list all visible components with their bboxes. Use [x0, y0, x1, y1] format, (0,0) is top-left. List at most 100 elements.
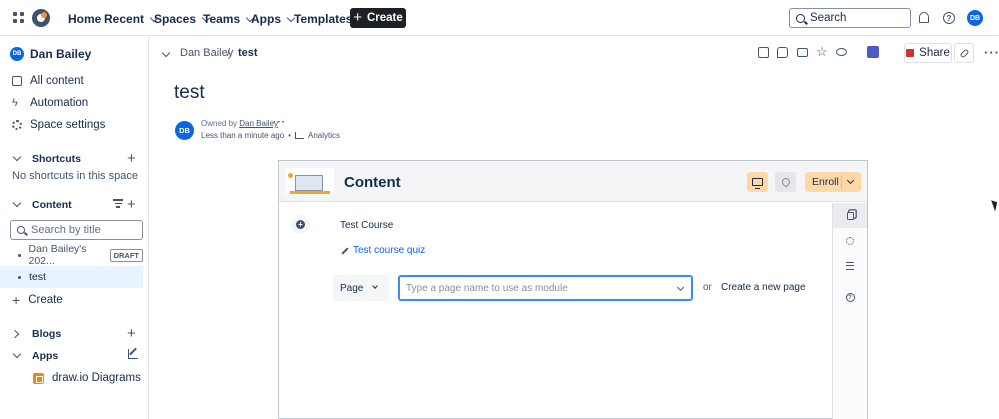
quiz-link[interactable]: Test course quiz	[341, 245, 425, 256]
create-button[interactable]: + Create	[350, 8, 406, 28]
edit-icon[interactable]	[758, 47, 769, 58]
search-icon	[17, 226, 25, 234]
create-new-page-link[interactable]: Create a new page	[721, 282, 806, 293]
publish-button[interactable]	[775, 172, 796, 192]
gear-icon	[846, 236, 854, 245]
sidebar: DB Dan Bailey All content ϟ Automation S…	[0, 37, 149, 419]
search-input[interactable]: Search	[789, 8, 911, 28]
shortcuts-section-header[interactable]: Shortcuts	[12, 153, 81, 165]
mouse-cursor-icon	[991, 198, 999, 212]
list-icon	[846, 261, 854, 270]
page-meta: Less than a minute ago • Analytics	[201, 131, 340, 140]
sidebar-item-automation[interactable]: ϟ Automation	[12, 97, 88, 109]
plus-icon: +	[12, 292, 21, 308]
watch-eye-icon[interactable]	[836, 48, 847, 56]
confluence-logo[interactable]	[32, 9, 50, 27]
drawio-icon	[33, 372, 44, 384]
course-illustration	[286, 168, 334, 195]
course-side-rail: ?	[832, 203, 867, 419]
filter-icon[interactable]	[113, 199, 123, 208]
shortcuts-empty-text: No shortcuts in this space	[12, 170, 138, 182]
space-header[interactable]: DB Dan Bailey	[10, 47, 91, 61]
search-icon	[796, 13, 805, 23]
sidebar-create-button[interactable]: + Create	[12, 293, 63, 307]
bullet-icon	[18, 253, 21, 257]
rail-settings-button[interactable]	[833, 228, 867, 253]
grid-icon	[12, 76, 22, 86]
video-icon[interactable]	[797, 48, 808, 57]
copy-link-button[interactable]	[954, 43, 974, 63]
title-search-input[interactable]: Search by title	[10, 220, 143, 240]
module-type-select[interactable]: Page	[333, 275, 389, 301]
bullet-icon	[18, 275, 21, 279]
monitor-icon	[752, 178, 763, 189]
lock-icon	[906, 49, 915, 57]
nav-templates[interactable]: Templates	[294, 12, 352, 26]
analytics-icon	[294, 132, 304, 139]
content-section-header[interactable]: Content	[12, 199, 72, 211]
more-actions-icon[interactable]: ···	[984, 45, 999, 60]
user-avatar[interactable]: DB	[967, 10, 983, 26]
notifications-bell-icon[interactable]	[919, 12, 929, 23]
nav-recent[interactable]: Recent	[104, 12, 159, 26]
breadcrumb-space[interactable]: Dan Bailey	[180, 47, 233, 59]
nav-teams[interactable]: Teams	[203, 12, 255, 26]
course-macro: Content Enroll + Test Course Test course…	[278, 160, 868, 419]
gear-icon	[12, 120, 22, 130]
rail-reports-button[interactable]	[833, 253, 867, 278]
add-module-button[interactable]: +	[291, 215, 310, 234]
link-icon	[959, 48, 969, 58]
preview-button[interactable]	[747, 172, 768, 192]
chevron-down-icon	[676, 283, 685, 292]
share-button[interactable]: Share	[904, 43, 952, 63]
edit-apps-icon[interactable]	[128, 349, 138, 359]
breadcrumb-separator: /	[227, 47, 231, 59]
chevron-down-icon	[12, 154, 22, 164]
tree-item-draft[interactable]: Dan Bailey's 202... DRAFT	[0, 243, 143, 267]
top-navigation: Home Recent Spaces Teams Apps Templates …	[0, 0, 999, 36]
enroll-button[interactable]: Enroll	[805, 172, 861, 192]
space-name: Dan Bailey	[30, 47, 92, 61]
apps-section-header[interactable]: Apps	[12, 350, 58, 362]
nav-home[interactable]: Home	[68, 12, 101, 26]
space-avatar: DB	[10, 47, 24, 61]
star-icon[interactable]: ☆	[816, 44, 828, 60]
breadcrumb-page[interactable]: test	[238, 47, 258, 59]
plus-circle-icon: +	[296, 220, 305, 229]
chevron-down-icon	[372, 283, 378, 289]
help-icon: ?	[845, 293, 855, 302]
owner-line: Owned by Dan Bailey	[201, 119, 278, 128]
sidebar-item-drawio[interactable]: draw.io Diagrams	[33, 372, 141, 384]
rail-help-button[interactable]: ?	[833, 285, 867, 310]
app-switcher-icon[interactable]	[13, 12, 24, 23]
lightning-icon: ϟ	[12, 96, 18, 109]
collapse-sidebar-chevron-icon[interactable]	[161, 50, 171, 60]
add-shortcut-button[interactable]: +	[127, 151, 136, 166]
page-name-input[interactable]: Type a page name to use as module	[398, 275, 693, 301]
course-header-title: Content	[344, 174, 401, 191]
owner-more-icon[interactable]: ···	[273, 117, 286, 128]
or-label: or	[703, 282, 712, 293]
sidebar-item-all-content[interactable]: All content	[12, 75, 84, 87]
sidebar-item-space-settings[interactable]: Space settings	[12, 119, 105, 131]
plus-icon: +	[353, 8, 362, 26]
rail-content-button[interactable]	[833, 203, 867, 228]
draft-badge: DRAFT	[109, 248, 143, 262]
nav-apps[interactable]: Apps	[251, 12, 296, 26]
help-icon[interactable]: ?	[943, 12, 955, 24]
comment-icon[interactable]	[777, 47, 788, 58]
add-content-button[interactable]: +	[127, 197, 136, 212]
tree-item-test[interactable]: test	[0, 266, 143, 288]
blogs-section-header[interactable]: Blogs	[12, 328, 61, 340]
copy-icon	[846, 211, 854, 220]
analytics-link[interactable]: Analytics	[308, 131, 340, 140]
course-name: Test Course	[340, 220, 394, 231]
chevron-down-icon	[846, 176, 855, 185]
teams-icon[interactable]	[867, 46, 879, 58]
chevron-right-icon	[12, 329, 22, 339]
pencil-icon	[341, 246, 349, 255]
nav-spaces[interactable]: Spaces	[154, 12, 211, 26]
add-blog-button[interactable]: +	[127, 326, 136, 341]
owner-avatar[interactable]: DB	[175, 121, 194, 140]
rocket-icon	[779, 176, 792, 188]
